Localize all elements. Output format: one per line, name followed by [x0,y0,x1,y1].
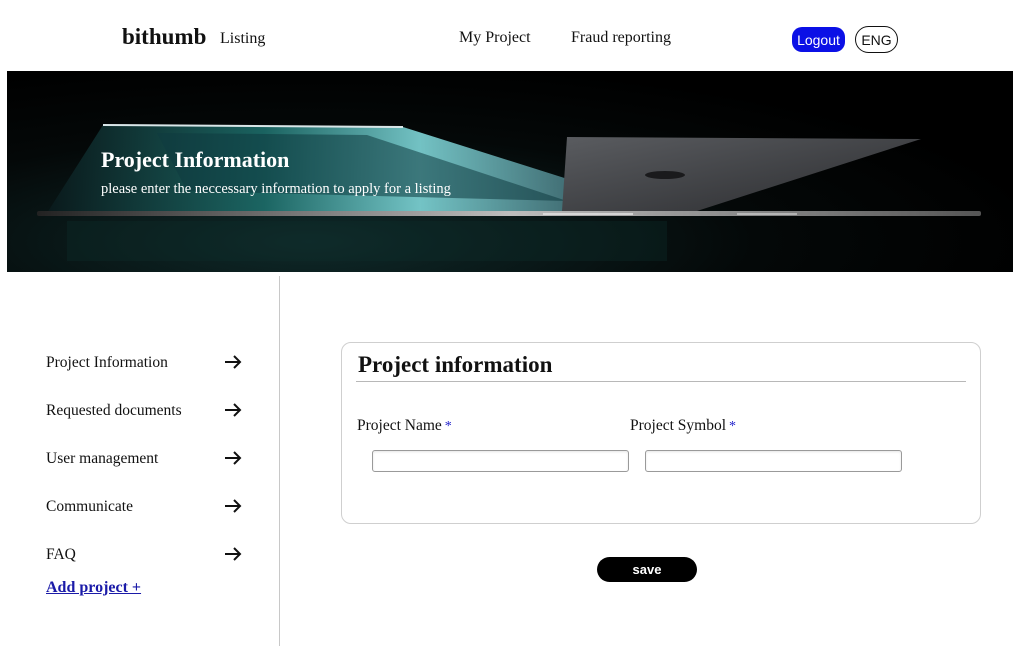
logout-button[interactable]: Logout [792,27,845,52]
project-information-card: Project information Project Name * Projec… [341,342,981,524]
arrow-right-icon [225,451,242,465]
sidebar-item-faq[interactable]: FAQ [46,542,246,566]
sidebar-item-label: User management [46,450,159,467]
sidebar-item-label: FAQ [46,546,76,563]
add-project-link[interactable]: Add project + [46,579,141,597]
project-name-label: Project Name * [357,417,452,435]
brand-logo[interactable]: bithumb [122,24,206,50]
project-symbol-input[interactable] [645,450,902,472]
hero-title: Project Information [101,147,290,172]
project-symbol-label-text: Project Symbol [630,417,727,434]
project-name-input[interactable] [372,450,629,472]
sidebar-item-label: Communicate [46,498,133,515]
sidebar-item-communicate[interactable]: Communicate [46,494,246,518]
card-divider [356,381,966,382]
arrow-right-icon [225,355,242,369]
nav-my-project[interactable]: My Project [459,29,531,47]
hero-banner: Project Information please enter the nec… [7,71,1013,272]
arrow-right-icon [225,403,242,417]
sidebar-item-requested-documents[interactable]: Requested documents [46,398,246,422]
arrow-right-icon [225,547,242,561]
save-button[interactable]: save [597,557,697,582]
card-title: Project information [358,352,553,377]
required-mark: * [444,419,452,434]
hero-subtitle: please enter the neccessary information … [101,181,451,197]
sidebar-item-label: Project Information [46,354,168,371]
sidebar-item-label: Requested documents [46,402,182,419]
sidebar-item-project-information[interactable]: Project Information [46,350,246,374]
nav-fraud-reporting[interactable]: Fraud reporting [571,29,671,47]
top-header: bithumb Listing My Project Fraud reporti… [0,0,1018,72]
arrow-right-icon [225,499,242,513]
project-symbol-label: Project Symbol * [630,417,736,435]
project-name-label-text: Project Name [357,417,442,434]
sidebar-item-user-management[interactable]: User management [46,446,246,470]
language-button[interactable]: ENG [855,26,898,53]
required-mark: * [729,419,737,434]
brand-subtitle: Listing [220,30,266,47]
sidebar-divider [279,276,280,646]
